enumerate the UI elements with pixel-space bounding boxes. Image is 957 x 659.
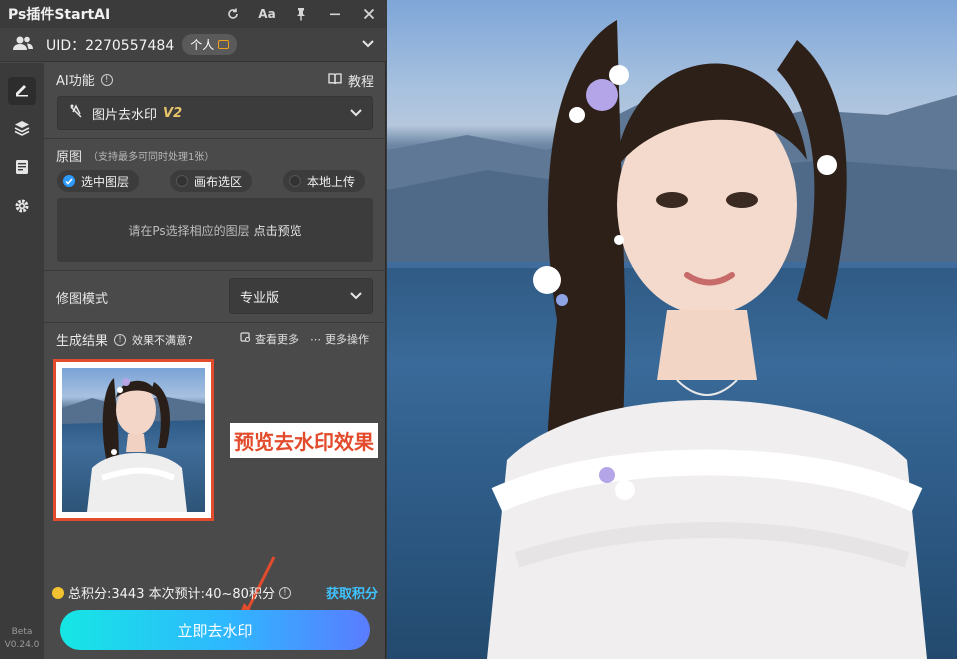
user-id: UID：2270557484 bbox=[46, 37, 175, 54]
title-bar: Ps插件StartAI Aa bbox=[0, 0, 386, 28]
sidebar: Beta V0.24.0 bbox=[0, 63, 44, 659]
retouch-mode-value: 专业版 bbox=[240, 290, 280, 306]
font-size-icon[interactable]: Aa bbox=[258, 5, 276, 23]
sidebar-item-layers[interactable] bbox=[8, 116, 36, 144]
version-number: V0.24.0 bbox=[4, 640, 40, 650]
pin-icon[interactable] bbox=[292, 5, 310, 23]
ai-function-label: AI功能 bbox=[56, 74, 95, 89]
result-section: 生成结果 ! 效果不满意? bbox=[56, 330, 193, 349]
unsatisfied-link[interactable]: 效果不满意? bbox=[132, 332, 193, 348]
tutorial-label: 教程 bbox=[347, 75, 374, 90]
info-icon[interactable]: ! bbox=[278, 586, 291, 599]
document-icon bbox=[15, 159, 29, 179]
radio-label: 选中图层 bbox=[81, 174, 130, 189]
lock-icon bbox=[218, 40, 230, 49]
ai-function-select[interactable]: 图片去水印 V2 bbox=[57, 96, 373, 130]
source-preview-box[interactable]: 请在Ps选择相应的图层 点击预览 bbox=[57, 198, 373, 262]
radio-selected-layer[interactable]: 选中图层 bbox=[57, 170, 140, 192]
source-hint: （支持最多可同时处理1张） bbox=[88, 152, 215, 163]
result-thumbnail[interactable] bbox=[53, 359, 214, 521]
preview-callout: 预览去水印效果 bbox=[230, 423, 378, 458]
view-more-label: 查看更多 bbox=[255, 333, 299, 346]
result-label: 生成结果 bbox=[56, 334, 109, 349]
main-content: AI功能 ! 教程 图片去水印 V2 原图 （支持最多可同时处理1张） 选中图层… bbox=[44, 63, 386, 659]
remove-watermark-button[interactable]: 立即去水印 bbox=[60, 610, 370, 650]
user-bar[interactable]: UID：2270557484 个人 bbox=[0, 28, 386, 62]
version-beta: Beta bbox=[11, 627, 33, 637]
no-watermark-icon bbox=[68, 103, 84, 123]
points-text: 总积分:3443 本次预计:40~80积分 bbox=[68, 587, 275, 602]
radio-label: 本地上传 bbox=[307, 174, 356, 189]
plugin-panel: Ps插件StartAI Aa UID：2270557484 个人 Beta V0… bbox=[0, 0, 386, 659]
radio-canvas-selection[interactable]: 画布选区 bbox=[170, 170, 253, 192]
ai-function-value: 图片去水印 bbox=[92, 107, 158, 123]
close-icon[interactable] bbox=[360, 5, 378, 23]
account-type-badge: 个人 bbox=[182, 34, 238, 55]
more-actions-link[interactable]: ⋯ 更多操作 bbox=[310, 331, 369, 347]
view-more-icon bbox=[240, 332, 251, 346]
preview-hint: 请在Ps选择相应的图层 bbox=[128, 223, 250, 238]
chevron-down-icon bbox=[350, 106, 362, 121]
version-tag: V2 bbox=[163, 105, 183, 121]
canvas-photo bbox=[387, 0, 957, 659]
tutorial-link[interactable]: 教程 bbox=[328, 71, 374, 90]
refresh-icon[interactable] bbox=[224, 5, 242, 23]
retouch-mode-text: 修图模式 bbox=[56, 292, 109, 307]
layers-icon bbox=[14, 120, 30, 140]
divider bbox=[44, 270, 386, 271]
chevron-down-icon[interactable] bbox=[362, 37, 374, 52]
coin-icon bbox=[52, 586, 64, 599]
radio-checked-icon bbox=[63, 175, 75, 187]
sidebar-item-tasks[interactable] bbox=[8, 155, 36, 183]
app-title: Ps插件StartAI bbox=[8, 7, 111, 23]
radio-unchecked-icon bbox=[289, 175, 301, 187]
title-tools: Aa bbox=[224, 5, 378, 23]
info-icon[interactable]: ! bbox=[114, 333, 127, 346]
minimize-icon[interactable] bbox=[326, 5, 344, 23]
ai-function-section: AI功能 ! bbox=[56, 70, 113, 89]
preview-link[interactable]: 点击预览 bbox=[254, 222, 302, 239]
sidebar-item-edit[interactable] bbox=[8, 77, 36, 105]
pencil-icon bbox=[14, 81, 30, 101]
more-dots-icon: ⋯ bbox=[310, 332, 321, 346]
info-icon[interactable]: ! bbox=[100, 73, 113, 86]
gear-icon bbox=[14, 198, 30, 218]
retouch-mode-label: 修图模式 bbox=[56, 288, 108, 307]
radio-label: 画布选区 bbox=[194, 174, 243, 189]
source-label: 原图 bbox=[56, 150, 83, 165]
account-type-label: 个人 bbox=[190, 38, 215, 52]
points-info: 总积分:3443 本次预计:40~80积分 ! bbox=[52, 583, 291, 602]
book-icon bbox=[328, 72, 342, 89]
view-more-link[interactable]: 查看更多 bbox=[240, 331, 299, 347]
retouch-mode-select[interactable]: 专业版 bbox=[229, 278, 373, 314]
chevron-down-icon bbox=[350, 289, 362, 304]
radio-local-upload[interactable]: 本地上传 bbox=[283, 170, 366, 192]
result-image bbox=[62, 368, 205, 512]
source-section: 原图 （支持最多可同时处理1张） bbox=[56, 146, 214, 165]
radio-unchecked-icon bbox=[176, 175, 188, 187]
users-icon bbox=[12, 35, 34, 55]
sidebar-item-settings[interactable] bbox=[8, 194, 36, 222]
divider bbox=[44, 138, 386, 139]
more-actions-label: 更多操作 bbox=[325, 333, 369, 346]
divider bbox=[44, 322, 386, 323]
get-points-link[interactable]: 获取积分 bbox=[326, 583, 378, 602]
photo-illustration bbox=[387, 20, 957, 659]
